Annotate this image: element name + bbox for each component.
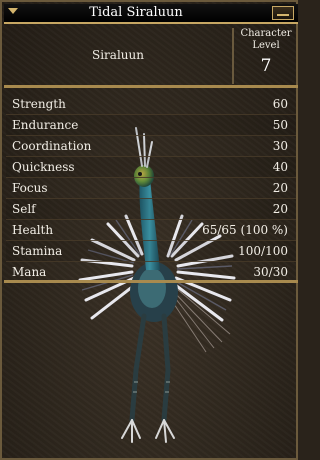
vital-label: Mana	[12, 265, 47, 279]
header-divider	[232, 28, 234, 84]
stat-row-quickness: Quickness 40	[6, 157, 296, 178]
stat-value: 40	[272, 160, 288, 174]
species-name: Siraluun	[92, 48, 144, 62]
vital-row-health: Health 65/65 (100 %)	[6, 220, 296, 241]
stat-label: Focus	[12, 181, 48, 195]
creature-info-window: Tidal Siraluun Siraluun Character Level …	[0, 0, 298, 460]
minimize-icon	[277, 14, 289, 16]
stats-bottom-divider	[4, 280, 298, 283]
title-bar[interactable]: Tidal Siraluun	[4, 4, 298, 24]
stat-row-strength: Strength 60	[6, 94, 296, 115]
vital-value: 100/100	[238, 244, 288, 258]
stat-row-self: Self 20	[6, 199, 296, 220]
stat-value: 30	[272, 139, 288, 153]
minimize-button[interactable]	[272, 6, 294, 20]
stat-value: 60	[272, 97, 288, 111]
creature-header: Siraluun Character Level 7	[4, 24, 298, 88]
character-level-box: Character Level 7	[236, 28, 296, 76]
level-value: 7	[260, 56, 272, 76]
stat-value: 20	[272, 202, 288, 216]
stat-label: Quickness	[12, 160, 75, 174]
window-title: Tidal Siraluun	[89, 5, 183, 20]
stat-value: 20	[272, 181, 288, 195]
stat-label: Strength	[12, 97, 66, 111]
stat-label: Endurance	[12, 118, 79, 132]
stats-table: Strength 60 Endurance 50 Coordination 30…	[6, 94, 296, 283]
stat-row-coordination: Coordination 30	[6, 136, 296, 157]
stat-label: Self	[12, 202, 36, 216]
vital-value: 30/30	[253, 265, 288, 279]
vital-row-stamina: Stamina 100/100	[6, 241, 296, 262]
vital-label: Stamina	[12, 244, 63, 258]
stat-row-endurance: Endurance 50	[6, 115, 296, 136]
vital-value: 65/65 (100 %)	[202, 223, 288, 237]
stat-value: 50	[272, 118, 288, 132]
level-label-line2: Level	[252, 40, 280, 51]
stat-row-focus: Focus 20	[6, 178, 296, 199]
stat-label: Coordination	[12, 139, 92, 153]
vital-label: Health	[12, 223, 54, 237]
level-label-line1: Character	[240, 28, 292, 39]
